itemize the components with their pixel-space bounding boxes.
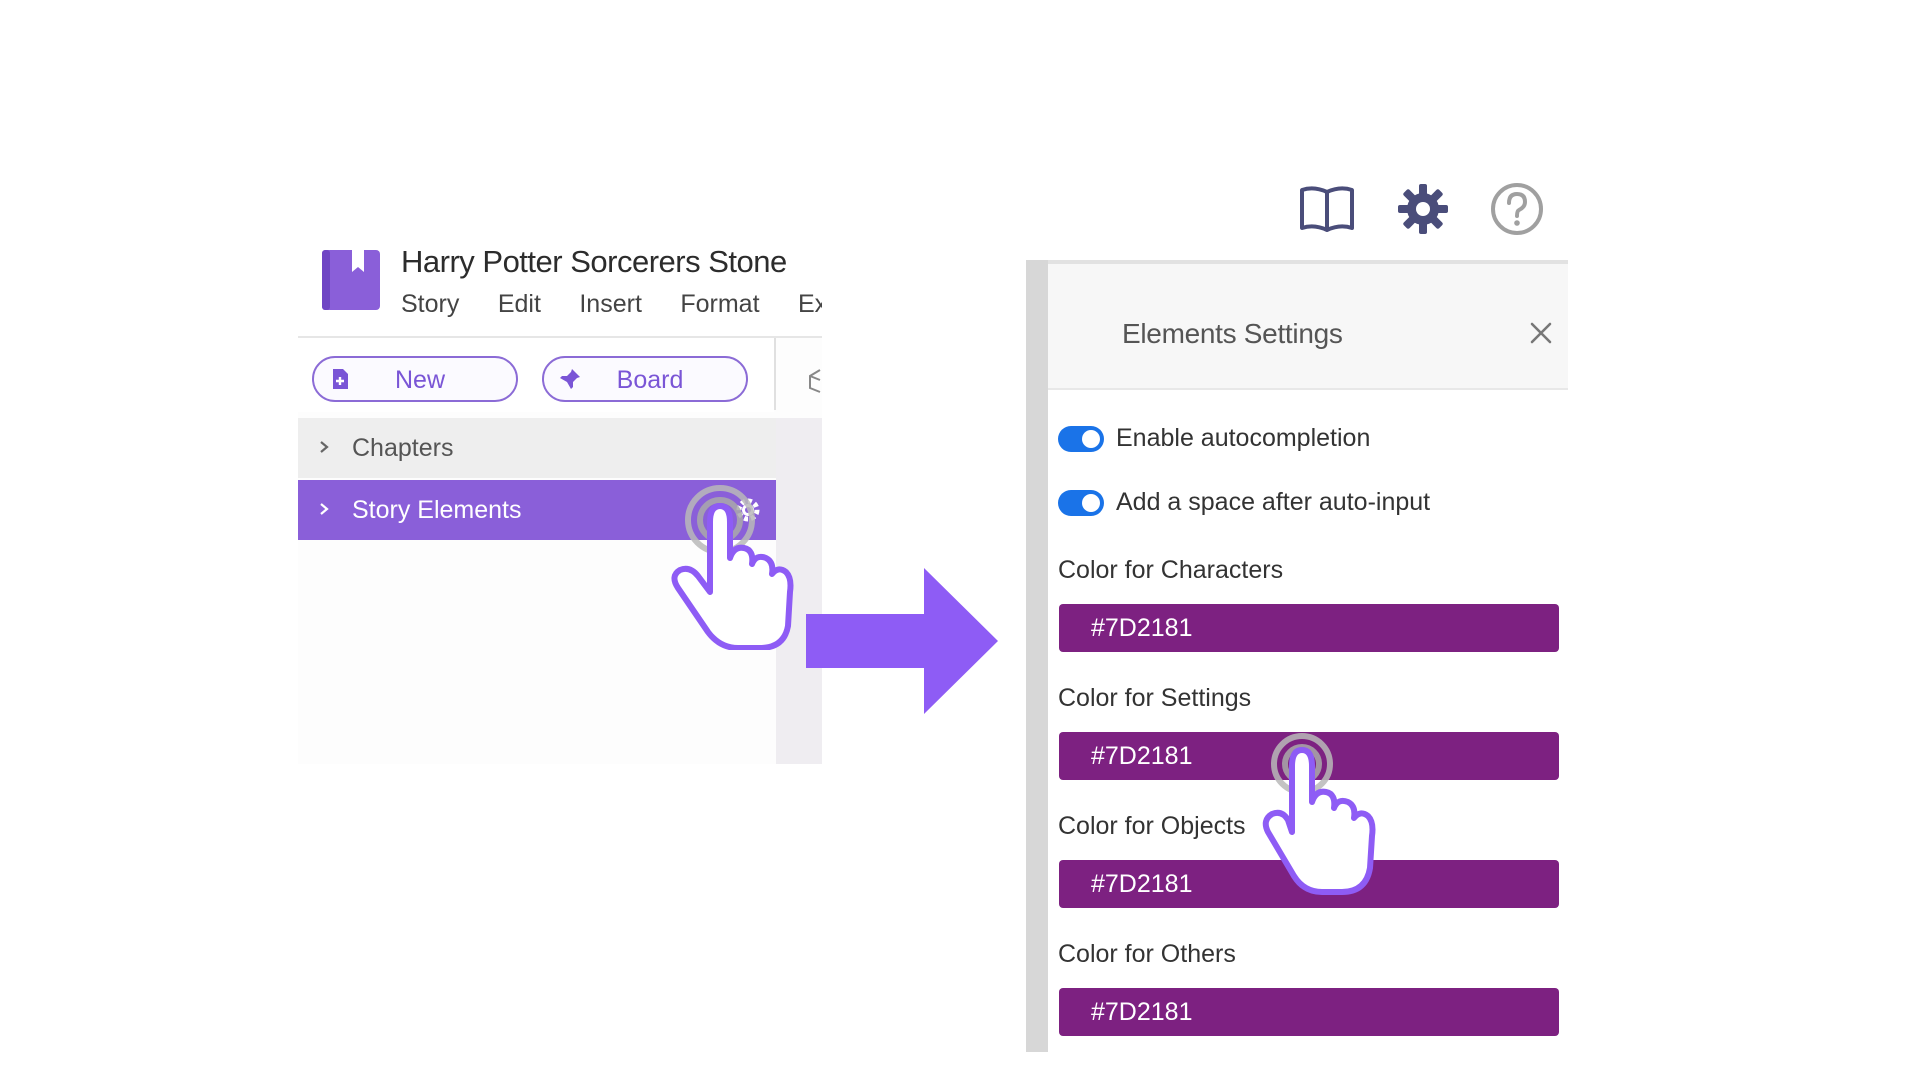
chevron-right-icon [320, 441, 329, 453]
book-icon[interactable] [1298, 180, 1356, 238]
toggle-knob [1082, 494, 1100, 512]
autocompletion-toggle-row[interactable]: Enable autocompletion [1058, 420, 1558, 460]
tree-item-label: Story Elements [352, 496, 522, 524]
settings-title: Elements Settings [1122, 318, 1343, 349]
settings-header: Elements Settings [1048, 264, 1568, 390]
color-objects-label: Color for Objects [1058, 812, 1246, 840]
color-characters-field[interactable]: #7D2181 [1059, 604, 1559, 652]
elements-settings-panel: Elements Settings [1026, 260, 1568, 1052]
menu-bar: Story Edit Insert Format Ex| [401, 290, 822, 319]
tree-item-chapters[interactable]: Chapters [298, 418, 776, 478]
new-button-label: New [394, 366, 445, 394]
menu-edit[interactable]: Edit [498, 290, 541, 319]
close-icon[interactable] [1528, 320, 1554, 346]
panel-left-edge [1026, 260, 1048, 1052]
arrow-right-icon [806, 568, 998, 714]
space-after-input-toggle-row[interactable]: Add a space after auto-input [1058, 484, 1558, 524]
chevron-right-icon [320, 503, 329, 515]
tree-item-label: Chapters [352, 434, 454, 462]
book-logo-icon [322, 250, 380, 310]
board-button[interactable]: Board [542, 356, 748, 402]
menu-export[interactable]: Ex| [798, 290, 822, 319]
gear-icon[interactable] [1394, 180, 1452, 238]
document-title: Harry Potter Sorcerers Stone [401, 244, 787, 279]
editor-header: Harry Potter Sorcerers Stone Story Edit … [298, 220, 822, 338]
board-button-label: Board [616, 366, 684, 394]
autocompletion-toggle[interactable] [1058, 426, 1104, 452]
toolbar-divider [774, 338, 776, 410]
tap-hand-cursor-icon [1262, 733, 1376, 895]
help-icon[interactable] [1488, 180, 1546, 238]
toggle-label: Add a space after auto-input [1116, 488, 1431, 516]
toolbar-overflow-icon[interactable] [806, 366, 822, 394]
menu-format[interactable]: Format [680, 290, 759, 319]
toggle-label: Enable autocompletion [1116, 424, 1371, 452]
toggle-knob [1082, 430, 1100, 448]
color-others-label: Color for Others [1058, 940, 1236, 968]
tap-hand-cursor-icon [671, 485, 794, 650]
space-after-input-toggle[interactable] [1058, 490, 1104, 516]
color-others-field[interactable]: #7D2181 [1059, 988, 1559, 1036]
color-characters-label: Color for Characters [1058, 556, 1284, 584]
new-button[interactable]: New [312, 356, 518, 402]
menu-story[interactable]: Story [401, 290, 459, 319]
color-settings-label: Color for Settings [1058, 684, 1252, 712]
menu-insert[interactable]: Insert [579, 290, 642, 319]
